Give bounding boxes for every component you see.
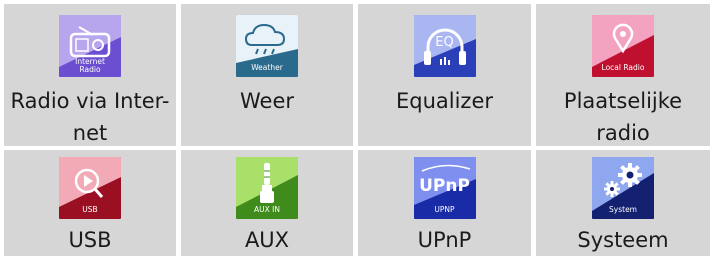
radio-icon: Internet Radio — [59, 15, 121, 77]
tile-label: Plaatselijke radio — [563, 89, 683, 145]
tile-weather[interactable]: Weather Weer — [181, 4, 353, 146]
tile-local-radio[interactable]: Local Radio Plaatselijke radio — [536, 4, 710, 146]
tile-equalizer[interactable]: EQ Equalizer — [358, 4, 531, 146]
map-pin-icon: Local Radio — [592, 15, 654, 77]
tile-label: AUX — [244, 228, 290, 252]
menu-grid: Internet Radio Radio via Inter- net Weat… — [0, 0, 712, 256]
headphones-icon: EQ — [413, 15, 476, 77]
audio-jack-icon: AUX IN — [236, 157, 298, 219]
gears-icon: System — [592, 157, 654, 219]
tile-aux[interactable]: AUX IN AUX — [181, 150, 353, 256]
tile-usb[interactable]: USB USB — [4, 150, 176, 256]
tile-upnp[interactable]: UPnP UPNP UPnP — [358, 150, 531, 256]
tile-label: Weer — [239, 89, 294, 113]
tile-internet-radio[interactable]: Internet Radio Radio via Inter- net — [4, 4, 176, 146]
tile-label: UPnP — [417, 228, 472, 252]
tile-label: USB — [68, 228, 112, 252]
upnp-logo-icon: UPnP UPNP — [413, 157, 476, 219]
tile-label: Equalizer — [395, 89, 494, 113]
tile-label: Radio via Inter- net — [10, 89, 170, 145]
tile-system[interactable]: System Systeem — [536, 150, 710, 256]
play-search-icon: USB — [59, 157, 121, 219]
cloud-rain-icon: Weather — [236, 15, 298, 77]
tile-label: Systeem — [577, 228, 669, 252]
